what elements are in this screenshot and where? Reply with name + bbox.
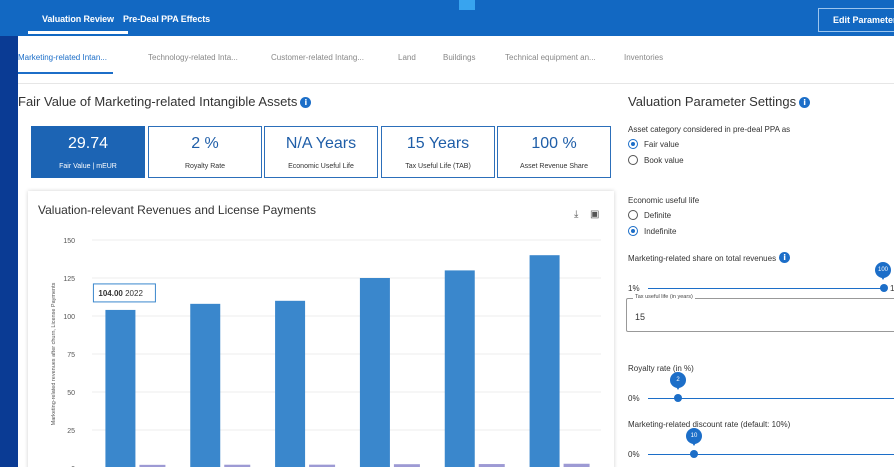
bar-revenue [359, 278, 390, 467]
asset-tabs: Marketing-related Intan... Technology-re… [18, 36, 894, 84]
radio-indefinite[interactable] [628, 226, 638, 236]
bar-chart: 0255075100125150Marketing-related revenu… [51, 238, 601, 467]
useful-life-label: Economic useful life [628, 196, 700, 205]
tab-valuation-review[interactable]: Valuation Review [28, 14, 128, 34]
discount-min-label: 0% [628, 450, 640, 459]
top-nav-bar: Valuation Review Pre-Deal PPA Effects Ed… [0, 0, 894, 36]
royalty-slider-value: 2 [670, 372, 686, 390]
radio-fair-value[interactable] [628, 139, 638, 149]
revenue-chart-card: Valuation-relevant Revenues and License … [28, 191, 614, 467]
royalty-label: Royalty rate (in %) [628, 364, 694, 373]
kpi-label: Tax Useful Life (TAB) [405, 163, 471, 170]
kpi-asset-revenue-share: 100 % Asset Revenue Share [497, 126, 611, 178]
tab-technical-equipment[interactable]: Technical equipment an... [505, 53, 596, 62]
tab-technology-related[interactable]: Technology-related Inta... [148, 53, 238, 62]
y-tick-label: 75 [67, 352, 75, 359]
settings-title: Valuation Parameter Settings [628, 94, 797, 109]
fair-value-title: Fair Value of Marketing-related Intangib… [18, 94, 298, 109]
left-margin [0, 36, 18, 467]
kpi-tax-useful-life: 15 Years Tax Useful Life (TAB) [381, 126, 495, 178]
tab-buildings[interactable]: Buildings [443, 53, 475, 62]
discount-slider-track[interactable] [648, 454, 894, 455]
info-icon[interactable]: i [799, 97, 811, 108]
y-tick-label: 50 [67, 390, 75, 397]
settings-heading: Valuation Parameter Settings i [628, 94, 811, 109]
tab-inventories[interactable]: Inventories [624, 53, 663, 62]
share-slider-handle[interactable] [880, 284, 888, 292]
share-slider-value: 100 [875, 262, 891, 280]
radio-fair-value-label: Fair value [644, 140, 680, 149]
tax-useful-life-legend: Tax useful life (in years) [633, 294, 695, 300]
y-axis-label: Marketing-related revenues after churn, … [51, 282, 57, 425]
edit-parameter-button[interactable]: Edit Parameter [818, 8, 894, 32]
kpi-economic-useful-life: N/A Years Economic Useful Life [264, 126, 378, 178]
royalty-min-label: 0% [628, 394, 640, 403]
bar-revenue [529, 255, 560, 467]
kpi-royalty-rate: 2 % Royalty Rate [148, 126, 262, 178]
bar-revenue [275, 300, 306, 467]
asset-category-label: Asset category considered in pre-deal PP… [628, 125, 791, 134]
tooltip-year: 2022 [123, 289, 144, 298]
discount-slider-value: 10 [686, 428, 702, 446]
discount-label: Marketing-related discount rate (default… [628, 420, 791, 429]
y-tick-label: 25 [67, 428, 75, 435]
tooltip-value: 104.00 [98, 289, 123, 298]
kpi-label: Economic Useful Life [288, 163, 354, 170]
kpi-value: 29.74 [67, 135, 109, 152]
fair-value-heading: Fair Value of Marketing-related Intangib… [18, 94, 312, 109]
radio-definite-label: Definite [644, 211, 672, 220]
info-icon[interactable]: i [779, 252, 791, 263]
share-slider-track[interactable] [648, 288, 884, 289]
radio-book-value-label: Book value [644, 156, 684, 165]
y-tick-label: 125 [63, 276, 75, 283]
kpi-label: Fair Value | mEUR [59, 163, 117, 170]
royalty-slider-handle[interactable] [674, 394, 682, 402]
discount-slider-handle[interactable] [690, 450, 698, 458]
kpi-value: 15 Years [406, 135, 470, 152]
tab-marketing-related[interactable]: Marketing-related Intan... [18, 53, 113, 74]
kpi-label: Royalty Rate [184, 163, 226, 170]
share-min-label: 1% [628, 284, 640, 293]
radio-indefinite-label: Indefinite [644, 227, 677, 236]
royalty-slider-track[interactable] [648, 398, 894, 399]
tax-useful-life-value: 15 [635, 312, 646, 322]
kpi-label: Asset Revenue Share [519, 163, 589, 170]
kpi-fair-value: 29.74 Fair Value | mEUR [31, 126, 145, 178]
radio-book-value[interactable] [628, 155, 638, 165]
tab-customer-related[interactable]: Customer-related Intang... [271, 53, 364, 62]
main-panel: Marketing-related Intan... Technology-re… [18, 36, 894, 467]
y-tick-label: 100 [63, 314, 75, 321]
y-tick-label: 150 [63, 238, 75, 245]
share-label: Marketing-related share on total revenue… [628, 254, 777, 263]
kpi-value: 2 % [191, 135, 219, 152]
tax-useful-life-field[interactable]: Tax useful life (in years) 15 [626, 294, 894, 332]
radio-definite[interactable] [628, 210, 638, 220]
tooltip-text: 104.00 2022 [98, 289, 143, 298]
bar-revenue [444, 270, 475, 467]
share-heading: Marketing-related share on total revenue… [628, 252, 791, 263]
kpi-value: 100 % [531, 135, 577, 152]
top-nav-marker [459, 0, 475, 10]
tab-pre-deal-ppa-effects[interactable]: Pre-Deal PPA Effects [123, 14, 210, 24]
bar-revenue [190, 303, 221, 467]
bar-revenue [105, 309, 136, 467]
kpi-value: N/A Years [285, 135, 357, 152]
share-max-label: 1 [890, 284, 894, 293]
tab-land[interactable]: Land [398, 53, 416, 62]
info-icon[interactable]: i [300, 97, 312, 108]
